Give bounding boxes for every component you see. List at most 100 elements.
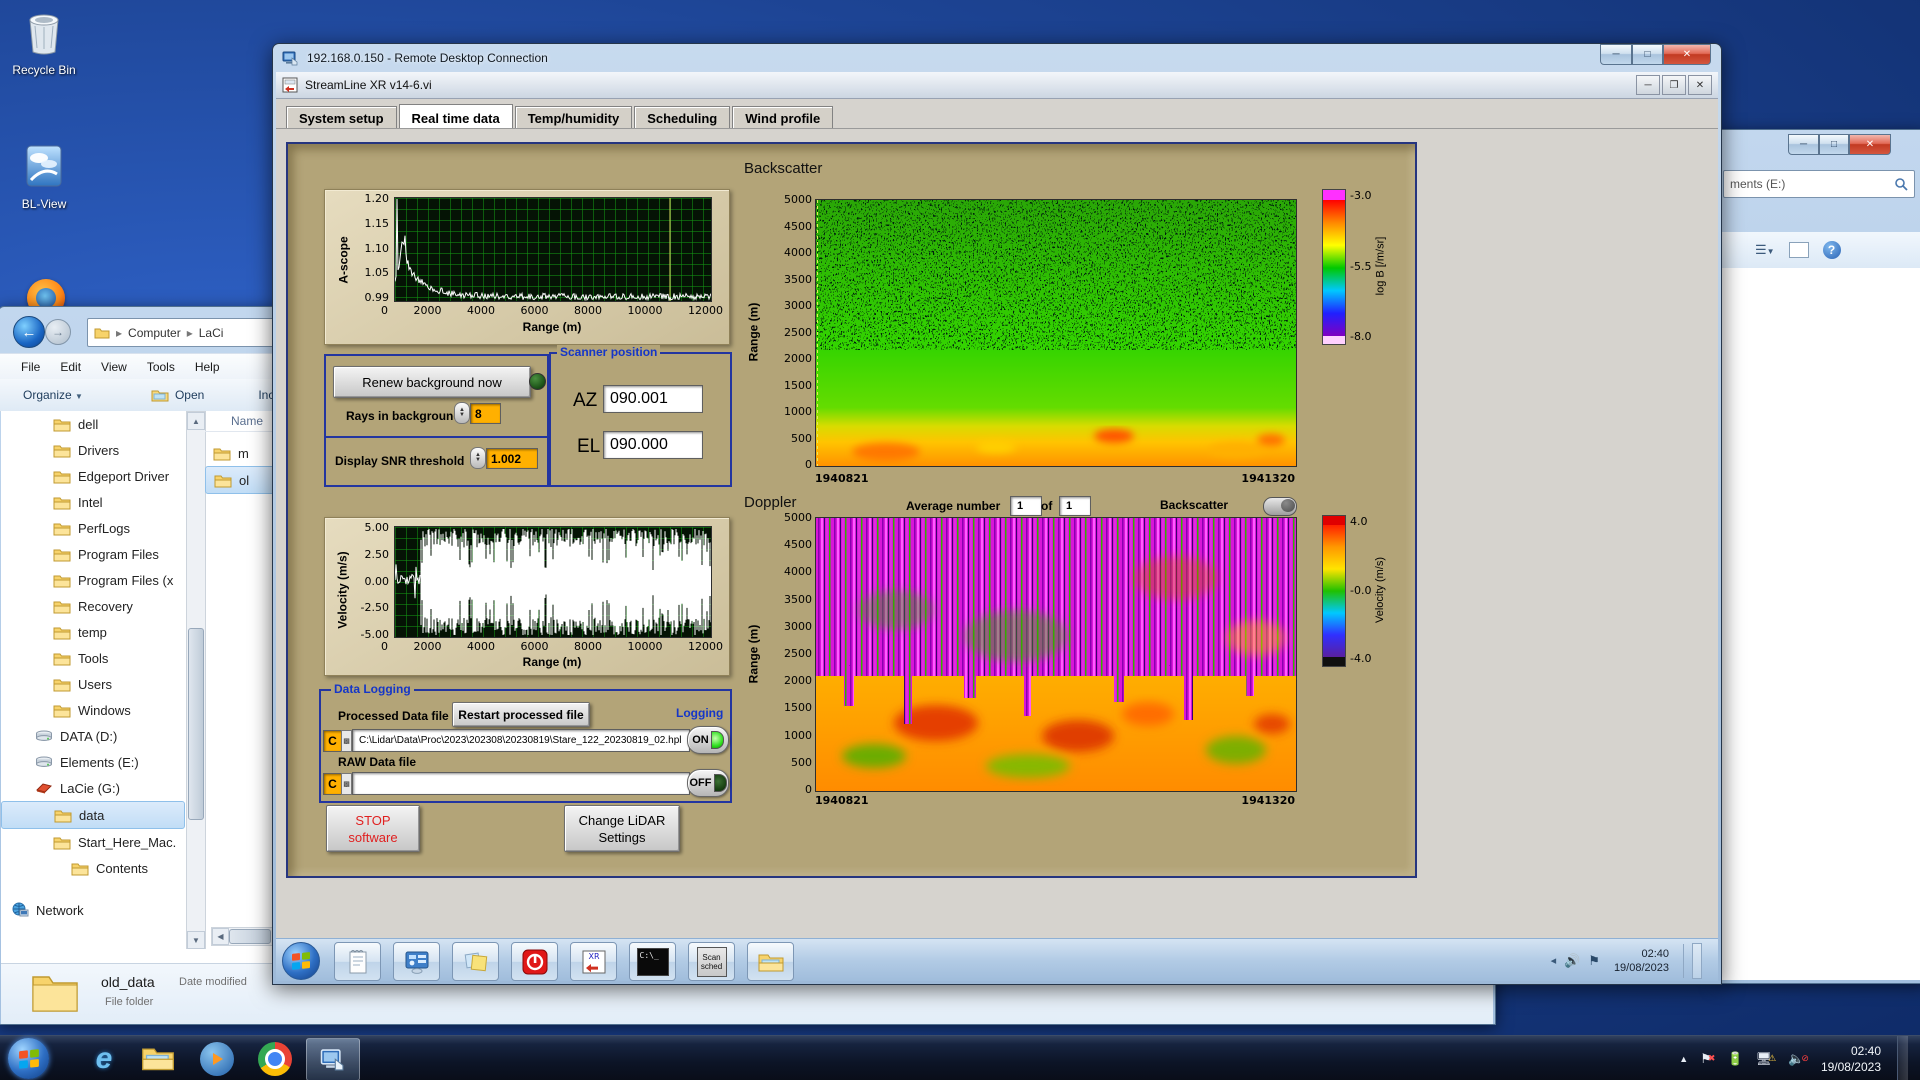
open-button[interactable]: Open xyxy=(151,388,204,402)
average-total-value[interactable]: 1 xyxy=(1059,496,1091,516)
tab-real-time-data[interactable]: Real time data xyxy=(398,104,513,129)
raw-path-type-icon[interactable]: ▩ xyxy=(341,773,352,795)
remote-taskbar-control-panel[interactable] xyxy=(393,942,440,981)
forward-button[interactable]: → xyxy=(45,319,71,345)
sidebar-item-drivers[interactable]: Drivers xyxy=(1,437,185,463)
sidebar-item-program-files-x[interactable]: Program Files (x xyxy=(1,567,185,593)
preview-pane-icon[interactable] xyxy=(1788,242,1809,258)
sidebar-item-edgeport-driver[interactable]: Edgeport Driver xyxy=(1,463,185,489)
desktop-icon-blview[interactable]: BL-View xyxy=(6,144,82,211)
rays-spinner[interactable]: ▲ ▼ xyxy=(454,402,470,424)
sidebar-item-users[interactable]: Users xyxy=(1,671,185,697)
labview-restore-button[interactable]: ❐ xyxy=(1662,75,1686,95)
remote-taskbar-explorer[interactable] xyxy=(747,942,794,981)
change-lidar-settings-button[interactable]: Change LiDAR Settings xyxy=(564,805,680,852)
rdp-maximize-button[interactable]: □ xyxy=(1632,44,1663,65)
remote-flag-icon[interactable]: ⚑ xyxy=(1588,953,1600,969)
raw-drive-box[interactable]: C xyxy=(323,773,342,795)
search-box[interactable]: ments (E:) xyxy=(1723,170,1915,198)
remote-taskbar-cmd[interactable]: C:\_ xyxy=(629,942,676,981)
tree-scrollbar-thumb[interactable] xyxy=(188,628,204,820)
menu-help[interactable]: Help xyxy=(195,360,220,374)
tray-battery-icon[interactable]: 🔋 xyxy=(1727,1051,1743,1067)
tab-temp-humidity[interactable]: Temp/humidity xyxy=(514,106,633,129)
raw-logging-off-button[interactable]: OFF xyxy=(687,769,729,797)
sidebar-item-recovery[interactable]: Recovery xyxy=(1,593,185,619)
processed-path-type-icon[interactable]: ▩ xyxy=(341,730,352,752)
backscatter-toggle[interactable] xyxy=(1263,497,1297,516)
raw-path-field[interactable] xyxy=(352,772,690,795)
sidebar-item-program-files[interactable]: Program Files xyxy=(1,541,185,567)
remote-taskbar-sticky-notes[interactable] xyxy=(452,942,499,981)
stop-software-button[interactable]: STOP software xyxy=(326,805,420,852)
remote-taskbar-notepad[interactable] xyxy=(334,942,381,981)
remote-speaker-icon[interactable]: 🔊 xyxy=(1564,953,1580,969)
el-value[interactable]: 090.000 xyxy=(603,431,703,459)
remote-start-button[interactable] xyxy=(282,942,320,980)
labview-minimize-button[interactable]: ─ xyxy=(1636,75,1660,95)
breadcrumb-computer[interactable]: Computer xyxy=(128,326,181,340)
sidebar-item-windows[interactable]: Windows xyxy=(1,697,185,723)
sidebar-item-dell[interactable]: dell xyxy=(1,411,185,437)
sidebar-item-intel[interactable]: Intel xyxy=(1,489,185,515)
rdp-close-button[interactable]: ✕ xyxy=(1663,44,1711,65)
sidebar-item-data-d[interactable]: DATA (D:) xyxy=(1,723,185,749)
host-clock[interactable]: 02:40 19/08/2023 xyxy=(1821,1043,1885,1075)
start-button[interactable] xyxy=(8,1038,49,1079)
menu-edit[interactable]: Edit xyxy=(60,360,81,374)
tab-wind-profile[interactable]: Wind profile xyxy=(732,106,834,129)
sidebar-item-tools[interactable]: Tools xyxy=(1,645,185,671)
sidebar-item-temp[interactable]: temp xyxy=(1,619,185,645)
tray-speaker-muted-icon[interactable]: 🔈 ⊘ xyxy=(1788,1051,1809,1067)
minimize-button[interactable]: ─ xyxy=(1788,134,1819,155)
rays-value[interactable]: 8 xyxy=(470,403,501,424)
snr-spinner[interactable]: ▲ ▼ xyxy=(470,447,486,469)
taskbar-chrome-icon[interactable] xyxy=(258,1042,292,1076)
remote-clock[interactable]: 02:40 19/08/2023 xyxy=(1608,947,1675,975)
processed-logging-on-button[interactable]: ON xyxy=(687,726,729,754)
tray-network-icon[interactable]: 🖥 ⚠ xyxy=(1756,1051,1777,1067)
tree-scrollbar[interactable]: ▲ ▼ xyxy=(186,411,206,949)
remote-taskbar-labview-xr[interactable]: XR xyxy=(570,942,617,981)
taskbar-ie-icon[interactable]: e xyxy=(82,1040,126,1078)
average-number-value[interactable]: 1 xyxy=(1010,496,1042,516)
az-value[interactable]: 090.001 xyxy=(603,385,703,413)
restart-processed-file-button[interactable]: Restart processed file xyxy=(452,702,590,727)
remote-tray-chevron-icon[interactable]: ◂ xyxy=(1551,954,1557,967)
snr-value[interactable]: 1.002 xyxy=(486,448,538,469)
sidebar-item-network[interactable]: Network xyxy=(1,897,195,923)
velocity-plot[interactable] xyxy=(394,526,712,638)
backscatter-heatmap[interactable] xyxy=(815,199,1297,467)
sidebar-item-data[interactable]: data xyxy=(1,801,185,829)
doppler-heatmap[interactable] xyxy=(815,517,1297,792)
maximize-button[interactable]: □ xyxy=(1819,134,1849,155)
tray-up-arrow-icon[interactable]: ▲ xyxy=(1679,1054,1688,1064)
sidebar-item-start-here-mac[interactable]: Start_Here_Mac. xyxy=(1,829,185,855)
desktop-icon-recycle-bin[interactable]: Recycle Bin xyxy=(6,8,82,77)
close-button[interactable]: ✕ xyxy=(1849,134,1891,155)
processed-drive-box[interactable]: C xyxy=(323,730,342,752)
processed-path-field[interactable]: C:\Lidar\Data\Proc\2023\202308\20230819\… xyxy=(352,729,690,752)
taskbar-explorer-icon[interactable] xyxy=(140,1044,176,1077)
menu-tools[interactable]: Tools xyxy=(147,360,175,374)
menu-file[interactable]: File xyxy=(21,360,40,374)
remote-taskbar-scan-scheduler[interactable]: Scan sched xyxy=(688,942,735,981)
taskbar-rdp-button-active[interactable] xyxy=(306,1038,360,1080)
tab-system-setup[interactable]: System setup xyxy=(286,106,397,129)
sidebar-item-lacie-g[interactable]: LaCie (G:) xyxy=(1,775,185,801)
tray-flag-icon[interactable]: ⚑ ✖ xyxy=(1700,1051,1715,1067)
menu-view[interactable]: View xyxy=(101,360,127,374)
sidebar-item-contents[interactable]: Contents xyxy=(1,855,185,881)
back-button[interactable]: ← xyxy=(13,316,45,348)
remote-show-desktop[interactable] xyxy=(1692,942,1702,979)
sidebar-item-elements-e[interactable]: Elements (E:) xyxy=(1,749,185,775)
ascope-plot[interactable] xyxy=(394,197,712,302)
renew-background-button[interactable]: Renew background now xyxy=(333,366,531,398)
breadcrumb-drive[interactable]: LaCi xyxy=(199,326,224,340)
rdp-minimize-button[interactable]: ─ xyxy=(1600,44,1632,65)
show-desktop-button[interactable] xyxy=(1897,1036,1908,1080)
rdp-titlebar[interactable]: 192.168.0.150 - Remote Desktop Connectio… xyxy=(273,44,1721,72)
help-icon[interactable]: ? xyxy=(1822,241,1841,259)
sidebar-item-perflogs[interactable]: PerfLogs xyxy=(1,515,185,541)
view-options-icon[interactable]: ☰▼ xyxy=(1755,242,1775,258)
